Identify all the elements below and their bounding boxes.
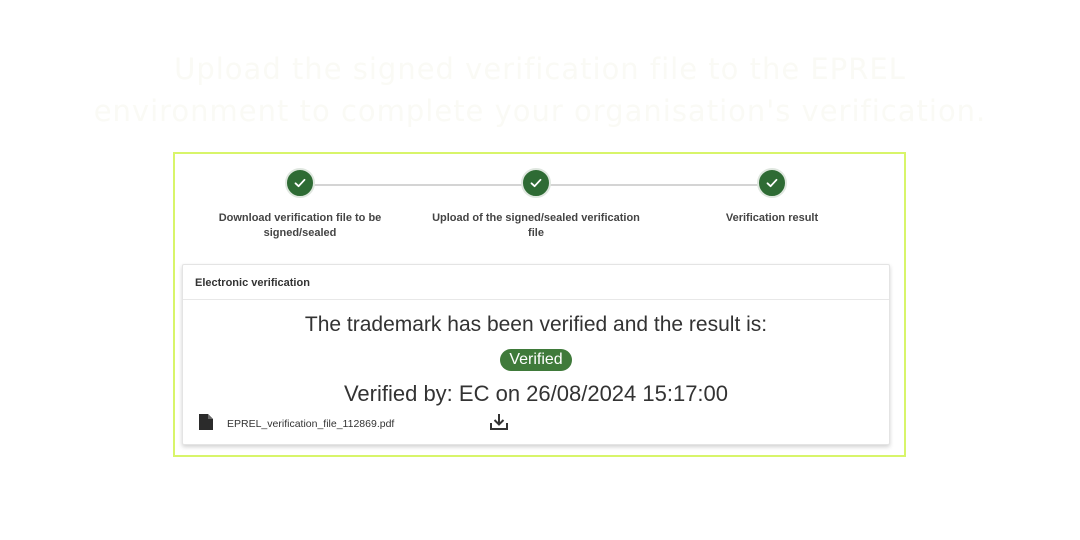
check-icon bbox=[757, 168, 787, 198]
step-label: Download verification file to be signed/… bbox=[218, 212, 382, 239]
badge-row: Verified bbox=[183, 349, 889, 371]
highlight-frame: Download verification file to be signed/… bbox=[173, 152, 906, 457]
file-icon bbox=[198, 413, 214, 431]
check-icon bbox=[521, 168, 551, 198]
status-badge: Verified bbox=[500, 349, 572, 371]
result-text: The trademark has been verified and the … bbox=[304, 313, 768, 336]
step-result: Verification result bbox=[652, 168, 892, 226]
step-label: Verification result bbox=[725, 212, 819, 224]
headline-line-1: Upload the signed verification file to t… bbox=[174, 52, 906, 86]
check-icon bbox=[285, 168, 315, 198]
step-upload: Upload of the signed/sealed verification… bbox=[416, 168, 656, 241]
card-title: Electronic verification bbox=[183, 265, 889, 300]
file-name[interactable]: EPREL_verification_file_112869.pdf bbox=[227, 418, 394, 430]
step-download: Download verification file to be signed/… bbox=[180, 168, 420, 241]
verification-stepper: Download verification file to be signed/… bbox=[175, 154, 904, 264]
electronic-verification-card: Electronic verification The trademark ha… bbox=[182, 264, 890, 445]
verified-by-text: Verified by: EC on 26/08/2024 15:17:00 bbox=[343, 381, 729, 406]
page-headline: Upload the signed verification file to t… bbox=[0, 48, 1080, 132]
step-label: Upload of the signed/sealed verification… bbox=[432, 212, 640, 239]
download-icon[interactable] bbox=[488, 412, 510, 432]
headline-line-2: environment to complete your organisatio… bbox=[93, 94, 987, 128]
